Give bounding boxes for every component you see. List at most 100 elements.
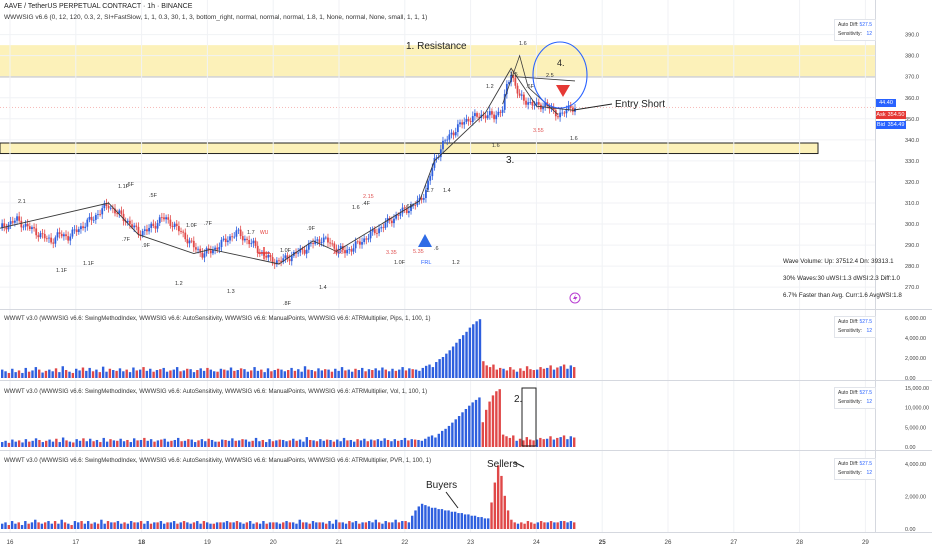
bar-down [488,401,491,447]
candle-down [35,228,38,236]
candle-up [84,226,87,229]
candle-up [148,227,150,232]
bar-down [411,369,414,378]
candle-down [344,250,346,254]
y-tick-sub: 4,000.00 [905,336,926,342]
candle-up [422,198,425,200]
bar-up [4,371,7,378]
bar-down [187,439,190,447]
bar-down [532,370,536,378]
x-tick: 20 [270,539,277,546]
candle-up [220,239,223,248]
candle-down [167,217,170,220]
y-tick-main: 360.0 [905,96,919,102]
bar-up [139,439,143,447]
stats-wave-volume: Wave Volume: Up: 37512.4 Dn: 39313.1 [783,258,894,265]
candle-down [152,223,155,227]
vol-panel-legend[interactable]: WWWT v3.0 (WWWSIG v6.6: SwingMethodIndex… [4,389,427,395]
bar-up [34,367,38,378]
bar-down [364,522,368,529]
candle-up [218,247,221,250]
bar-up [536,522,540,529]
bar-up [209,369,213,378]
bar-up [424,505,427,529]
bar-up [278,523,282,529]
bar-up [163,523,166,529]
bar-up [88,367,91,378]
bar-up [569,521,573,529]
bar-down [278,439,281,447]
bar-up [337,370,340,378]
bar-up [268,439,271,447]
bar-up [244,439,248,447]
bar-up [281,439,285,447]
pvr-panel-legend[interactable]: WWWT v3.0 (WWWSIG v6.6: SwingMethodIndex… [4,458,431,464]
bar-down [573,367,576,378]
bar-up [200,439,204,447]
bar-up [480,517,483,529]
bar-up [374,368,377,378]
bar-up [367,369,371,378]
bar-up [311,521,315,529]
x-tick: 24 [533,539,540,546]
bar-up [253,367,256,378]
bar-up [441,357,445,378]
bar-up [421,367,424,378]
bar-down [249,370,253,378]
candle-down [329,242,331,244]
bar-down [288,522,292,529]
candle-down [563,112,566,114]
lightning-icon[interactable] [569,292,581,304]
bar-up [455,342,458,378]
wave-label: .4F [362,201,371,207]
candle-up [56,232,59,238]
candle-down [476,113,478,117]
pips-panel-legend[interactable]: WWWT v3.0 (WWWSIG v6.6: SwingMethodIndex… [4,316,430,322]
bar-up [535,369,539,378]
bar-up [231,438,234,447]
x-tick: 16 [7,539,14,546]
bar-up [227,440,231,447]
bar-up [319,439,322,447]
bar-down [518,438,522,447]
bar-down [556,437,559,447]
bar-down [98,372,101,378]
bar-down [7,442,11,447]
bar-down [64,370,68,378]
bar-down [498,367,502,378]
bar-up [473,515,477,529]
bar-up [430,507,434,529]
candle-down [491,111,493,115]
y-tick-main: 340.0 [905,138,919,144]
bar-down [573,437,576,447]
bar-up [262,521,265,529]
candle-down [190,240,193,242]
candle-down [312,242,314,244]
bar-up [21,372,24,378]
bar-up [112,440,116,447]
y-tick-sub: 0.00 [905,376,916,382]
bar-down [495,391,498,447]
candle-up [520,94,523,96]
candle-up [450,132,453,135]
bar-up [454,419,457,447]
candle-down [356,241,359,243]
candle-down [192,240,195,248]
study-legend[interactable]: WWWSIG v6.6 (0, 12, 120, 0.3, 2, SI+Fast… [4,14,427,21]
bar-up [215,522,219,529]
bar-up [48,439,51,447]
bar-up [391,522,394,529]
bar-up [566,522,569,529]
bar-up [89,438,92,447]
candle-up [233,236,236,238]
bar-down [549,436,552,447]
bar-down [523,523,526,529]
last-price-tag: 44.40 [876,99,896,107]
x-tick: 29 [862,539,869,546]
candle-up [97,214,99,216]
bar-up [334,519,338,529]
bar-up [381,367,384,378]
candle-up [214,247,216,250]
bar-down [498,389,501,447]
bar-down [404,370,408,378]
